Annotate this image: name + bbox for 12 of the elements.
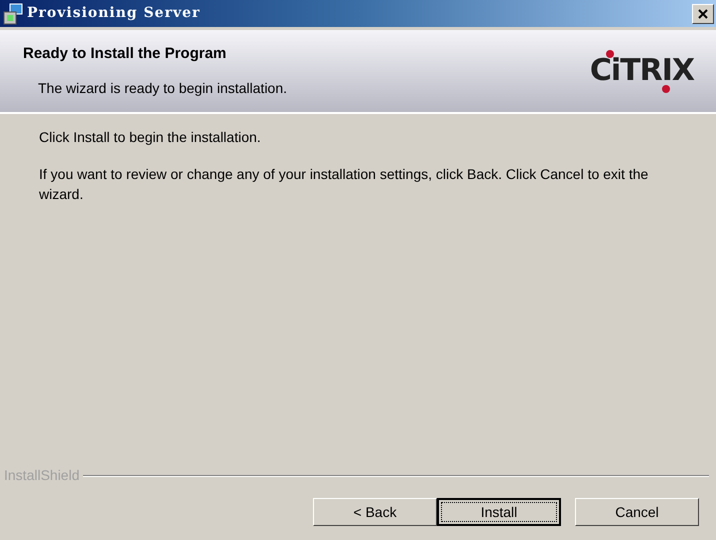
instruction-text: Click Install to begin the installation.: [39, 128, 262, 147]
wizard-button[interactable]: Install: [437, 498, 561, 526]
page-title: Ready to Install the Program: [23, 44, 228, 64]
instruction-text: If you want to review or change any of your installation settings, click Back. Click Cancel to exit the wizard.: [39, 165, 650, 204]
page-subtitle: The wizard is ready to begin installation.: [37, 78, 288, 98]
window-title: Provisioning Server: [27, 4, 200, 23]
wizard-button[interactable]: < Back: [313, 498, 437, 526]
close-button[interactable]: [692, 4, 714, 24]
close-icon: [698, 8, 708, 18]
wizard-button[interactable]: Cancel: [575, 498, 699, 526]
installer-icon: [2, 2, 24, 24]
citrix-logo: CiTRIX: [590, 48, 694, 96]
